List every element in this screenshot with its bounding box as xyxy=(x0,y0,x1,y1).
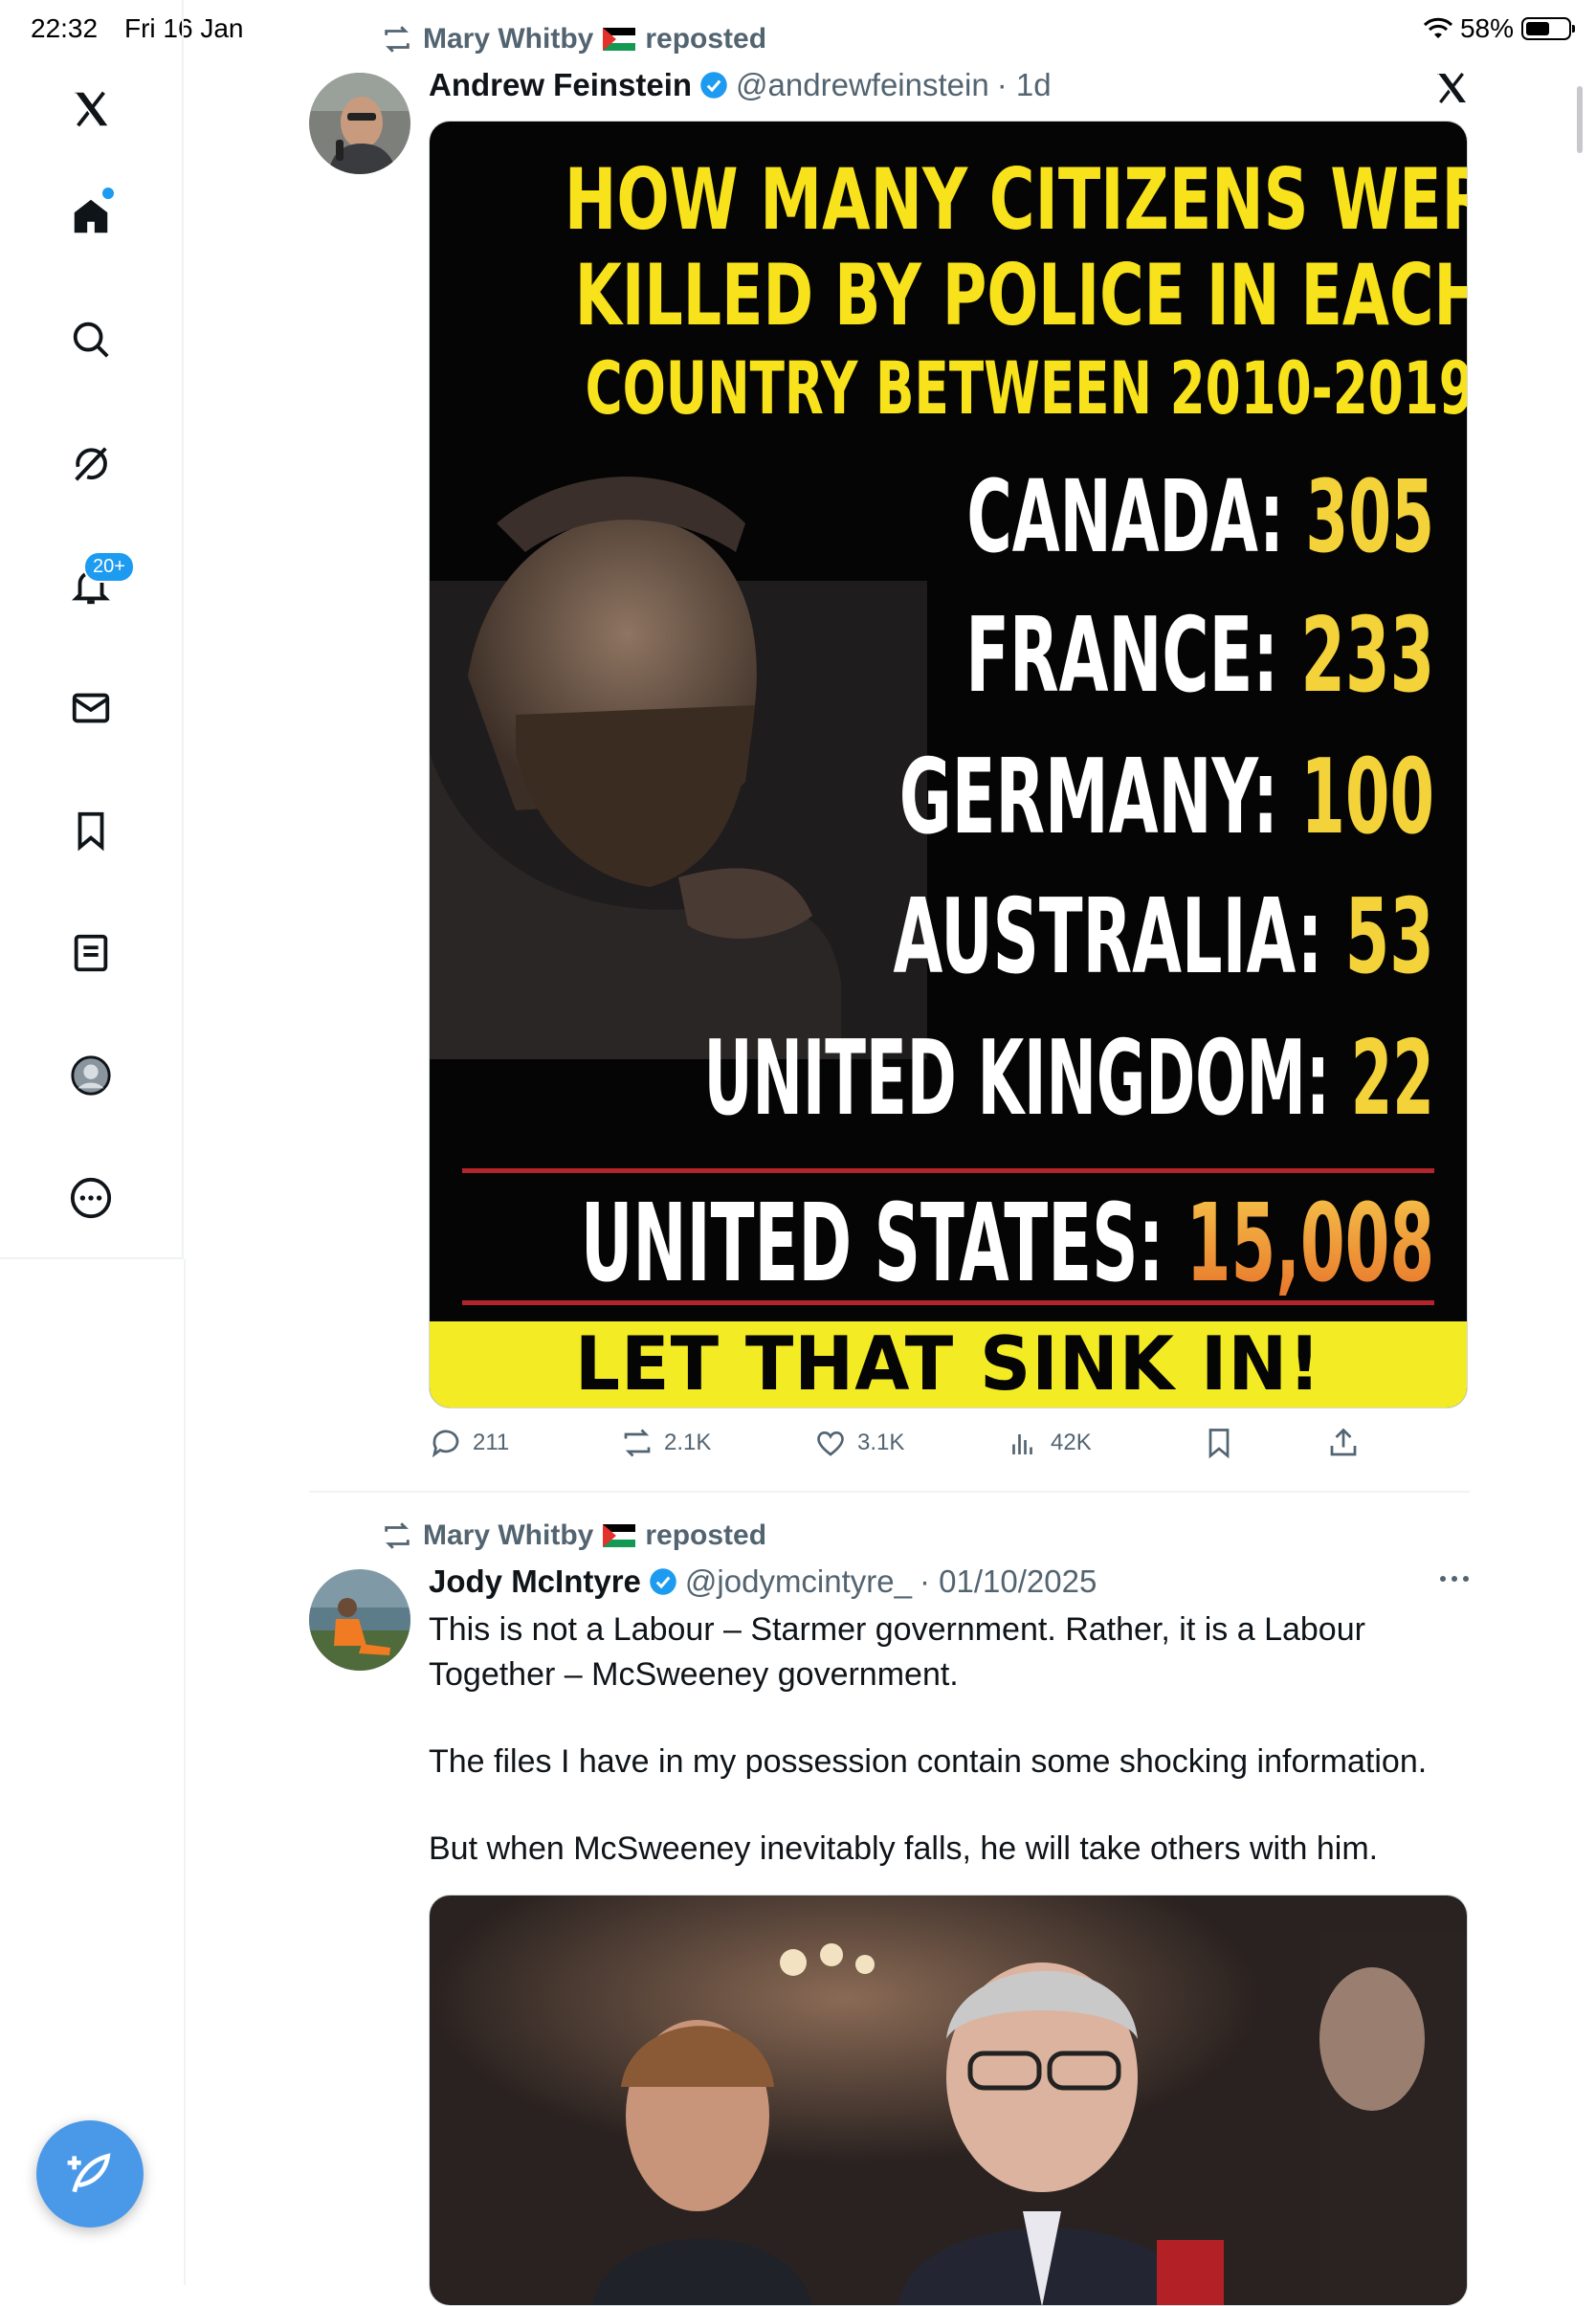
bookmark-icon xyxy=(1208,1429,1230,1459)
status-indicators: 58% xyxy=(1423,13,1575,44)
compose-icon xyxy=(67,2153,111,2193)
grok-icon[interactable] xyxy=(60,432,122,494)
x-logo-icon xyxy=(1437,72,1466,104)
stat-row-canada: CANADA: 305 xyxy=(966,458,1434,575)
author-name[interactable]: Andrew Feinstein xyxy=(429,67,692,103)
country-value: 22 xyxy=(1350,1019,1434,1139)
red-rule xyxy=(462,1168,1434,1173)
messages-icon[interactable] xyxy=(60,677,122,739)
avatar[interactable] xyxy=(309,73,410,174)
country-label: UNITED KINGDOM: xyxy=(703,1019,1351,1139)
infographic: HOW MANY CITIZENS WERE KILLED BY POLICE … xyxy=(430,122,1467,1408)
more-icon[interactable] xyxy=(60,1167,122,1229)
battery-icon xyxy=(1521,17,1575,40)
more-options-icon[interactable] xyxy=(1435,1569,1474,1588)
side-nav: 20+ xyxy=(0,0,184,1259)
reply-button[interactable]: 211 xyxy=(429,1426,509,1460)
x-logo-icon[interactable] xyxy=(60,78,122,140)
stat-row-united-kingdom: UNITED KINGDOM: 22 xyxy=(704,1019,1434,1139)
country-value: 15,008 xyxy=(1186,1182,1434,1306)
country-value: 53 xyxy=(1344,877,1434,997)
country-label: UNITED STATES: xyxy=(580,1182,1186,1306)
tweet-paragraph: The files I have in my possession contai… xyxy=(429,1743,1428,1780)
tweet-text: This is not a Labour – Starmer governmen… xyxy=(429,1608,1472,1872)
bookmark-button[interactable] xyxy=(1202,1426,1236,1460)
share-icon xyxy=(1330,1428,1357,1456)
photo xyxy=(430,1896,1467,2305)
repost-user[interactable]: Mary Whitby xyxy=(423,23,593,55)
verified-badge-icon xyxy=(700,72,727,99)
repost-label: reposted xyxy=(645,23,767,55)
tweet-divider xyxy=(309,1491,1470,1493)
country-label: GERMANY: xyxy=(898,738,1301,857)
nav-divider xyxy=(184,1259,186,2285)
tweet-paragraph: This is not a Labour – Starmer governmen… xyxy=(429,1611,1365,1693)
bookmarks-icon[interactable] xyxy=(60,800,122,861)
lists-icon[interactable] xyxy=(60,922,122,984)
repost-indicator: Mary Whitby reposted xyxy=(381,1519,766,1552)
stat-row-france: FRANCE: 233 xyxy=(965,596,1434,716)
verified-badge-icon xyxy=(650,1568,676,1595)
reply-icon xyxy=(432,1430,459,1458)
tweet-header: Andrew Feinstein @andrewfeinstein · 1d xyxy=(429,67,1052,103)
country-value: 233 xyxy=(1300,596,1434,716)
stat-row-germany: GERMANY: 100 xyxy=(899,738,1434,857)
repost-icon xyxy=(385,26,410,53)
home-icon[interactable] xyxy=(60,186,122,247)
views-icon xyxy=(1012,1434,1032,1454)
country-label: FRANCE: xyxy=(965,596,1301,716)
home-unread-dot xyxy=(100,186,116,201)
infographic-headline-1: HOW MANY CITIZENS WERE xyxy=(564,150,1468,249)
battery-percent: 58% xyxy=(1459,13,1514,43)
profile-icon[interactable] xyxy=(60,1045,122,1106)
notifications-badge: 20+ xyxy=(83,551,135,583)
wifi-icon xyxy=(1423,17,1452,38)
infographic-footer: LET THAT SINK IN! xyxy=(430,1321,1467,1408)
compose-button[interactable] xyxy=(36,2120,144,2228)
stat-row-australia: AUSTRALIA: 53 xyxy=(894,877,1434,997)
stat-row-united-states: UNITED STATES: 15,008 xyxy=(581,1182,1434,1306)
tweet-actions: 211 2.1K 3.1K 42K xyxy=(429,1426,1385,1464)
repost-label: reposted xyxy=(645,1519,767,1551)
tweet-time[interactable]: · 01/10/2025 xyxy=(920,1563,1097,1600)
scrollbar[interactable] xyxy=(1577,86,1583,153)
tweet-header: Jody McIntyre @jodymcintyre_ · 01/10/202… xyxy=(429,1563,1097,1600)
author-name[interactable]: Jody McIntyre xyxy=(429,1563,641,1600)
country-value: 100 xyxy=(1300,738,1434,857)
infographic-headline-2: KILLED BY POLICE IN EACH xyxy=(574,246,1468,344)
author-handle[interactable]: @jodymcintyre_ xyxy=(685,1563,912,1600)
repost-user[interactable]: Mary Whitby xyxy=(423,1519,593,1552)
heart-icon xyxy=(817,1430,844,1456)
footer-text: LET THAT SINK IN! xyxy=(574,1320,1322,1408)
share-button[interactable] xyxy=(1326,1426,1361,1460)
palestine-flag-icon xyxy=(603,28,636,51)
reply-count: 211 xyxy=(473,1430,510,1455)
repost-icon xyxy=(385,1522,410,1549)
person-photo xyxy=(430,477,927,1059)
repost-count: 2.1K xyxy=(664,1430,712,1455)
like-count: 3.1K xyxy=(857,1430,905,1455)
tweet-paragraph: But when McSweeney inevitably falls, he … xyxy=(429,1830,1379,1867)
view-count: 42K xyxy=(1051,1430,1092,1455)
views-button[interactable]: 42K xyxy=(1007,1426,1092,1460)
repost-icon xyxy=(624,1429,651,1457)
tweet-image[interactable]: HOW MANY CITIZENS WERE KILLED BY POLICE … xyxy=(429,121,1468,1408)
infographic-headline-3: COUNTRY BETWEEN 2010-2019: xyxy=(585,345,1468,431)
palestine-flag-icon xyxy=(603,1524,636,1547)
country-label: CANADA: xyxy=(966,458,1306,575)
notifications-icon[interactable]: 20+ xyxy=(60,551,135,616)
like-button[interactable]: 3.1K xyxy=(813,1426,904,1460)
author-handle[interactable]: @andrewfeinstein xyxy=(736,67,989,103)
tweet-image[interactable] xyxy=(429,1895,1468,2306)
country-label: AUSTRALIA: xyxy=(893,877,1345,997)
search-icon[interactable] xyxy=(60,309,122,370)
avatar[interactable] xyxy=(309,1569,410,1671)
repost-indicator: Mary Whitby reposted xyxy=(381,23,766,55)
red-rule xyxy=(462,1300,1434,1305)
repost-button[interactable]: 2.1K xyxy=(620,1426,711,1460)
country-value: 305 xyxy=(1305,458,1434,575)
tweet-time[interactable]: · 1d xyxy=(997,67,1052,103)
